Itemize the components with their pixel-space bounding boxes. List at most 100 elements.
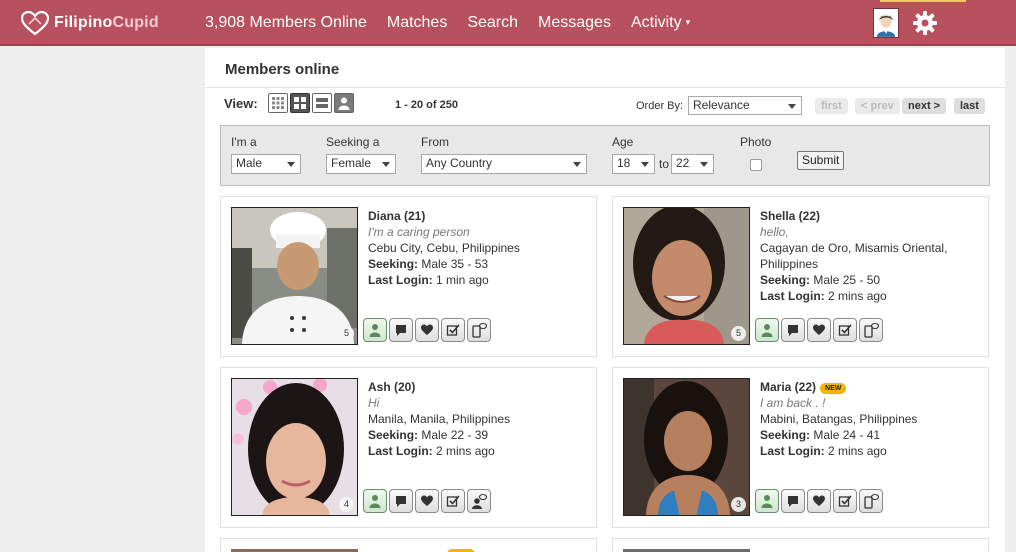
member-name[interactable]: Diana (21) <box>368 208 590 224</box>
member-photo-image <box>232 379 357 515</box>
nav-activity-label: Activity <box>630 14 682 31</box>
member-photo-image <box>624 379 749 515</box>
member-photo[interactable]: 3 <box>623 378 750 516</box>
filter-im-a-select[interactable]: Male <box>231 154 301 174</box>
message-button[interactable] <box>389 318 413 342</box>
member-photo[interactable]: 4 <box>231 378 358 516</box>
member-info: Maria (22) NEW I am back . ! Mabini, Bata… <box>760 379 982 459</box>
filter-photo-checkbox[interactable] <box>750 159 762 171</box>
logo-text-part1: Filipino <box>54 14 113 31</box>
nav-members-online[interactable]: 3,908 Members Online <box>205 14 367 32</box>
checkbox-icon <box>838 495 852 507</box>
shortlist-button[interactable] <box>441 489 465 513</box>
filter-country-select[interactable]: Any Country <box>421 154 587 174</box>
heart-icon <box>421 495 433 506</box>
member-card: 5 Diana (21) I'm a caring person Cebu Ci… <box>220 196 597 357</box>
filter-photo-label: Photo <box>740 135 772 149</box>
member-seeking: Seeking: Male 25 - 50 <box>760 272 982 288</box>
member-name[interactable]: Maria (22) <box>760 380 816 394</box>
pager-prev[interactable]: < prev <box>855 98 900 114</box>
logo-text-part2: Cupid <box>112 14 159 31</box>
member-actions <box>755 318 885 342</box>
avatar-person-icon <box>874 9 898 37</box>
filter-country-value: Any Country <box>426 156 493 170</box>
view-toolbar: View: 1 - 20 of 250 Order By: Relevance … <box>205 92 1005 120</box>
member-name[interactable]: Shella (22) <box>760 208 982 224</box>
filter-age-min-select[interactable]: 18 <box>612 154 655 174</box>
like-button[interactable] <box>807 489 831 513</box>
member-location: Mabini, Batangas, Philippines <box>760 412 918 426</box>
pager-next[interactable]: next > <box>902 98 947 114</box>
mobile-contact-button[interactable] <box>467 318 491 342</box>
page-title: Members online <box>225 61 340 78</box>
shortlist-button[interactable] <box>441 318 465 342</box>
member-photo-image <box>624 208 749 344</box>
view-mode-switcher <box>268 93 356 113</box>
member-photo[interactable]: 5 <box>231 207 358 345</box>
photo-count-badge: 4 <box>339 497 354 512</box>
order-by-select[interactable]: Relevance <box>688 96 802 115</box>
filter-submit-button[interactable]: Submit <box>797 151 845 170</box>
member-card: 3 Maria (22) NEW I am back . ! Mabini, Ba… <box>612 367 989 528</box>
chat-request-button[interactable] <box>467 489 491 513</box>
member-location: Cebu City, Cebu, Philippines <box>368 241 520 255</box>
list-icon <box>316 98 328 108</box>
member-name-row: Maria (22) NEW <box>760 379 982 395</box>
last-login-value: 1 min ago <box>436 273 489 287</box>
member-card <box>220 538 597 552</box>
shortlist-button[interactable] <box>833 318 857 342</box>
member-photo-image <box>232 208 357 344</box>
member-seeking: Seeking: Male 35 - 53 <box>368 256 590 272</box>
filter-seeking-select[interactable]: Female <box>326 154 396 174</box>
view-single-button[interactable] <box>334 93 354 113</box>
member-tagline: Hi <box>368 396 380 410</box>
gear-icon[interactable] <box>911 9 939 37</box>
message-button[interactable] <box>389 489 413 513</box>
message-button[interactable] <box>781 489 805 513</box>
nav-messages[interactable]: Messages <box>538 14 611 32</box>
member-location: Cagayan de Oro, Misamis Oriental, Philip… <box>760 241 948 271</box>
pager-first[interactable]: first <box>815 98 848 114</box>
nav-activity[interactable]: Activity ▾ <box>631 14 690 32</box>
member-seeking: Seeking: Male 22 - 39 <box>368 427 590 443</box>
view-list-button[interactable] <box>312 93 332 113</box>
filter-age-to-label: to <box>659 157 670 171</box>
view-profile-button[interactable] <box>755 489 779 513</box>
like-button[interactable] <box>415 318 439 342</box>
filter-age-label: Age <box>612 135 634 149</box>
like-button[interactable] <box>807 318 831 342</box>
view-grid-large-button[interactable] <box>290 93 310 113</box>
shortlist-button[interactable] <box>833 489 857 513</box>
nav-search[interactable]: Search <box>467 14 518 32</box>
member-photo[interactable]: 5 <box>623 207 750 345</box>
top-accent-line <box>880 0 966 2</box>
nav-matches[interactable]: Matches <box>387 14 447 32</box>
view-profile-button[interactable] <box>363 318 387 342</box>
dropdown-arrow-icon <box>287 162 295 167</box>
main-panel: Members online View: 1 - 20 of 250 Order… <box>205 48 1005 552</box>
member-location: Manila, Manila, Philippines <box>368 412 511 426</box>
view-profile-button[interactable] <box>363 489 387 513</box>
photo-count-badge: 5 <box>731 326 746 341</box>
mobile-contact-button[interactable] <box>859 318 883 342</box>
site-logo[interactable]: FilipinoCupid <box>20 9 159 37</box>
filter-age-max-value: 22 <box>676 156 690 170</box>
like-button[interactable] <box>415 489 439 513</box>
checkbox-icon <box>838 324 852 336</box>
member-tagline: I am back . ! <box>760 396 826 410</box>
chat-bubble-icon <box>396 496 406 507</box>
member-info: Ash (20) Hi Manila, Manila, Philippines … <box>368 379 590 459</box>
member-name[interactable]: Ash (20) <box>368 379 590 395</box>
dropdown-arrow-icon <box>573 162 581 167</box>
view-grid-small-button[interactable] <box>268 93 288 113</box>
pager-last[interactable]: last <box>954 98 985 114</box>
view-profile-button[interactable] <box>755 318 779 342</box>
filter-age-max-select[interactable]: 22 <box>671 154 714 174</box>
result-range: 1 - 20 of 250 <box>395 99 458 111</box>
member-last-login: Last Login: 2 mins ago <box>368 443 590 459</box>
mobile-contact-button[interactable] <box>859 489 883 513</box>
user-avatar[interactable] <box>873 8 899 38</box>
message-button[interactable] <box>781 318 805 342</box>
last-login-label: Last Login: <box>368 273 433 287</box>
dropdown-arrow-icon <box>788 104 796 109</box>
